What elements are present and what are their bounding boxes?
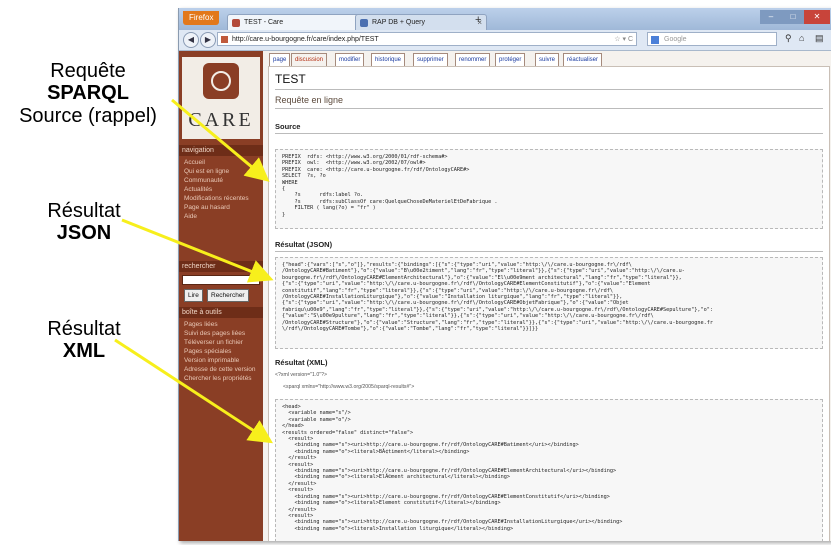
toolbox-list: Pages liées Suivi des pages liées Téléve… (179, 320, 263, 383)
json-annotation: Résultat JSON (24, 200, 144, 245)
json-divider (275, 251, 823, 252)
annotation-line: Source (rappel) (19, 104, 157, 127)
navigation-list: Accueil Qui est en ligne Communauté Actu… (179, 158, 263, 221)
tab-discussion[interactable]: discussion (291, 53, 328, 66)
xml-root-tag: <sparql xmlns="http://www.w3.org/2005/sp… (283, 384, 415, 390)
db-favicon-icon (360, 19, 368, 27)
page-body: TEST Requête en ligne Source PREFIX rdfs… (268, 66, 830, 541)
wiki-sidebar: CARE navigation Accueil Qui est en ligne… (179, 51, 263, 541)
maximize-icon[interactable]: □ (782, 10, 804, 24)
search-icon[interactable]: ⚲ (785, 33, 792, 44)
search-heading: rechercher (179, 261, 263, 272)
annotation-line: Résultat (47, 318, 121, 340)
close-window-icon[interactable]: ✕ (804, 10, 830, 24)
sidebar-item[interactable]: Actualités (179, 185, 263, 194)
json-heading: Résultat (JSON) (275, 240, 333, 249)
page-tabs: page discussion modifier historique supp… (263, 53, 831, 66)
tab-rap-db-query[interactable]: RAP DB + Query × (355, 14, 487, 31)
subtitle-divider (275, 108, 823, 109)
tab-page[interactable]: page (269, 53, 291, 66)
sidebar-item[interactable]: Suivi des pages liées (179, 329, 263, 338)
wiki-content: page discussion modifier historique supp… (263, 51, 831, 541)
sidebar-item[interactable]: Chercher les propriétés (179, 374, 263, 383)
firefox-menu-button[interactable]: Firefox (183, 11, 220, 25)
tab-modifier[interactable]: modifier (335, 53, 365, 66)
tab-reactualiser[interactable]: réactualiser (563, 53, 603, 66)
annotation-line: JSON (56, 222, 112, 245)
tab-suivre[interactable]: suivre (535, 53, 560, 66)
json-result-block: {"head":{"vars":["s","o"]},"results":{"b… (275, 257, 823, 349)
care-logo[interactable]: CARE (182, 57, 260, 139)
sidebar-search-input[interactable] (182, 275, 260, 285)
sparql-annotation: Requête SPARQL Source (rappel) (18, 60, 158, 127)
tab-proteger[interactable]: protéger (495, 53, 526, 66)
care-favicon-icon (232, 19, 240, 27)
source-divider (275, 133, 823, 134)
sidebar-item[interactable]: Adresse de cette version (179, 365, 263, 374)
tab-title: RAP DB + Query (372, 19, 425, 26)
tab-historique[interactable]: historique (371, 53, 406, 66)
annotation-line: Requête (50, 60, 126, 82)
sidebar-item[interactable]: Qui est en ligne (179, 167, 263, 176)
annotation-line: XML (62, 340, 106, 363)
sidebar-item[interactable]: Pages spéciales (179, 347, 263, 356)
refresh-icon[interactable]: ☆ ▾ C (614, 33, 633, 47)
tab-supprimer[interactable]: supprimer (413, 53, 448, 66)
annotation-line: Résultat (47, 200, 121, 222)
annotation-line: SPARQL (47, 82, 129, 105)
tab-title: TEST - Care (244, 19, 284, 26)
go-button[interactable]: Lire (184, 289, 203, 302)
search-input[interactable]: Google (647, 32, 777, 46)
title-divider (275, 89, 823, 90)
page-subtitle: Requête en ligne (275, 95, 344, 105)
url-bar[interactable]: http://care.u-bourgogne.fr/care/index.ph… (217, 32, 637, 46)
xml-annotation: Résultat XML (24, 318, 144, 363)
xml-heading: Résultat (XML) (275, 358, 328, 367)
source-heading: Source (275, 122, 301, 131)
xml-declaration: <?xml version="1.0"?> (275, 372, 327, 378)
sidebar-item[interactable]: Accueil (179, 158, 263, 167)
back-icon[interactable]: ◀ (183, 32, 199, 48)
toolbox-heading: boîte à outils (179, 307, 263, 318)
page-viewport: CARE navigation Accueil Qui est en ligne… (179, 51, 831, 541)
navigation-heading: navigation (179, 145, 263, 156)
sidebar-item[interactable]: Téléverser un fichier (179, 338, 263, 347)
sidebar-item[interactable]: Communauté (179, 176, 263, 185)
title-bar: Firefox TEST - Care × RAP DB + Query × +… (179, 8, 831, 31)
search-button[interactable]: Rechercher (207, 289, 249, 302)
sidebar-item[interactable]: Modifications récentes (179, 194, 263, 203)
xml-result-block: <head> <variable name="s"/> <variable na… (275, 399, 823, 541)
sidebar-item[interactable]: Version imprimable (179, 356, 263, 365)
url-text: http://care.u-bourgogne.fr/care/index.ph… (232, 36, 379, 43)
site-identity-icon (221, 36, 228, 43)
page-title: TEST (275, 72, 306, 86)
sidebar-item[interactable]: Aide (179, 212, 263, 221)
minimize-icon[interactable]: – (760, 10, 782, 24)
sidebar-item[interactable]: Pages liées (179, 320, 263, 329)
sidebar-item[interactable]: Page au hasard (179, 203, 263, 212)
logo-wordmark: CARE (188, 109, 254, 131)
new-tab-button[interactable]: + (475, 14, 481, 26)
bookmark-icon[interactable]: ▤ (815, 33, 824, 44)
tab-renommer[interactable]: renommer (455, 53, 491, 66)
tab-test-care[interactable]: TEST - Care × (227, 14, 369, 31)
browser-window: Firefox TEST - Care × RAP DB + Query × +… (178, 8, 831, 541)
navigation-toolbar: ◀ ▶ http://care.u-bourgogne.fr/care/inde… (179, 30, 831, 51)
google-icon (651, 36, 659, 44)
forward-icon[interactable]: ▶ (200, 32, 216, 48)
home-icon[interactable]: ⌂ (799, 33, 804, 43)
search-placeholder: Google (664, 36, 687, 43)
source-code-block: PREFIX rdfs: <http://www.w3.org/2000/01/… (275, 149, 823, 229)
care-emblem-icon (203, 63, 239, 99)
